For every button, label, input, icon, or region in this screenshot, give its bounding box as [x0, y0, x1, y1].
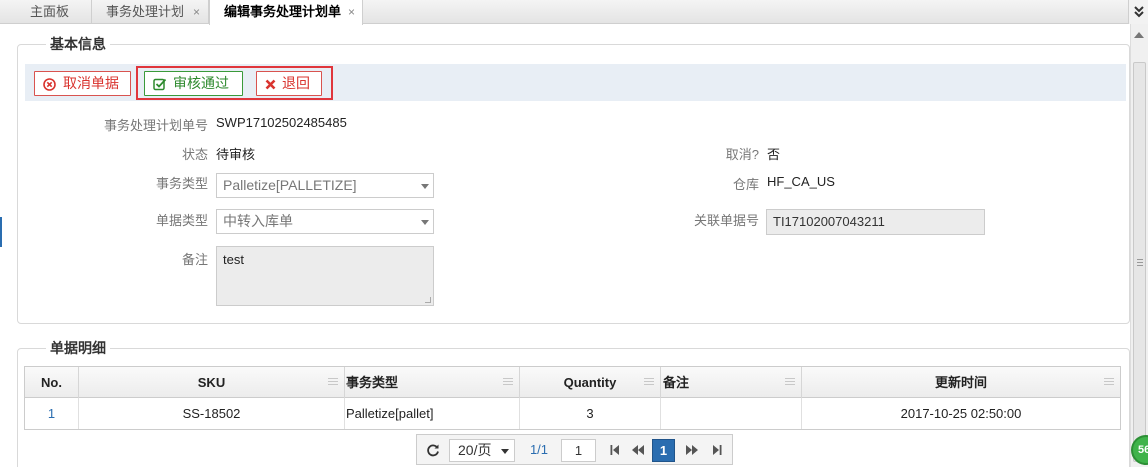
cell-quantity: 3	[520, 398, 661, 429]
status-label: 状态	[181, 147, 208, 162]
page-1-button[interactable]: 1	[652, 439, 675, 462]
close-icon[interactable]: ×	[193, 0, 200, 24]
tx-type-select[interactable]: Palletize[PALLETIZE]	[216, 173, 434, 198]
related-doc-field[interactable]: TI17102007043211	[766, 209, 985, 235]
warehouse-value: HF_CA_US	[767, 174, 835, 189]
remark-value: test	[223, 252, 244, 267]
column-menu-icon[interactable]	[1104, 378, 1114, 379]
details-grid: No. SKU 事务类型 Quantity 备注 更新时间 1 SS-18502…	[24, 366, 1121, 430]
col-sku[interactable]: SKU	[79, 367, 345, 398]
cancelled-value: 否	[767, 147, 781, 162]
left-edge-marker	[0, 217, 2, 247]
chevron-down-icon	[421, 184, 429, 189]
tab-main-panel[interactable]: 主面板	[0, 0, 92, 24]
cell-no: 1	[25, 398, 79, 429]
scroll-thumb[interactable]	[1133, 62, 1146, 462]
double-chevron-down-icon[interactable]	[1128, 0, 1148, 24]
scroll-up-icon[interactable]	[1134, 32, 1144, 38]
pagination: 20/页 1/1 1 1	[416, 434, 733, 465]
grid-header: No. SKU 事务类型 Quantity 备注 更新时间	[25, 367, 1120, 398]
column-menu-icon[interactable]	[785, 378, 795, 379]
tab-transaction-plan[interactable]: 事务处理计划 ×	[92, 0, 209, 24]
status-value: 待审核	[216, 147, 256, 162]
vertical-scrollbar[interactable]	[1130, 24, 1148, 467]
page-info: 1/1	[529, 442, 549, 457]
remark-textarea[interactable]: test	[216, 246, 434, 306]
warehouse-label: 仓库	[732, 177, 759, 192]
cancel-circle-icon	[43, 72, 56, 98]
tab-label: 编辑事务处理计划单	[224, 4, 342, 19]
column-menu-icon[interactable]	[644, 378, 654, 379]
table-row[interactable]: 1 SS-18502 Palletize[pallet] 3 2017-10-2…	[25, 398, 1120, 429]
tab-bar: 主面板 事务处理计划 × 编辑事务处理计划单 ×	[0, 0, 1148, 25]
grip-icon	[1137, 259, 1143, 260]
doc-type-select[interactable]: 中转入库单	[216, 209, 434, 234]
col-no[interactable]: No.	[25, 367, 79, 398]
details-legend: 单据明细	[46, 338, 110, 358]
col-tx-type[interactable]: 事务类型	[345, 367, 520, 398]
tab-label: 主面板	[30, 4, 70, 19]
col-updated[interactable]: 更新时间	[802, 367, 1120, 398]
plan-no-value: SWP17102502485485	[216, 115, 347, 130]
cancel-doc-button[interactable]: 取消单据	[34, 71, 131, 96]
cell-remark	[661, 398, 802, 429]
page-input[interactable]: 1	[561, 439, 596, 462]
next-page-icon[interactable]	[681, 439, 703, 462]
remark-label: 备注	[181, 252, 208, 267]
cell-updated: 2017-10-25 02:50:00	[900, 406, 1022, 421]
page-size-select[interactable]: 20/页	[449, 439, 515, 462]
resize-handle-icon[interactable]	[425, 297, 431, 303]
close-icon[interactable]: ×	[348, 0, 355, 24]
tab-edit-transaction-plan[interactable]: 编辑事务处理计划单 ×	[209, 0, 363, 25]
first-page-icon[interactable]	[605, 439, 625, 462]
tx-type-label: 事务类型	[155, 176, 208, 191]
cell-tx-type: Palletize[pallet]	[345, 398, 520, 429]
highlight-box	[136, 66, 333, 100]
doc-type-label: 单据类型	[155, 213, 208, 228]
last-page-icon[interactable]	[707, 439, 727, 462]
cancelled-label: 取消?	[725, 147, 759, 162]
related-doc-label: 关联单据号	[693, 213, 759, 228]
col-quantity[interactable]: Quantity	[520, 367, 661, 398]
tx-type-value: Palletize[PALLETIZE]	[223, 177, 357, 193]
column-menu-icon[interactable]	[328, 378, 338, 379]
col-remark[interactable]: 备注	[661, 367, 802, 398]
doc-type-value: 中转入库单	[223, 213, 293, 229]
refresh-icon[interactable]	[423, 439, 443, 462]
cell-sku: SS-18502	[79, 398, 345, 429]
tab-label: 事务处理计划	[106, 4, 185, 19]
page-size-value: 20/页	[458, 442, 492, 458]
plan-no-label: 事务处理计划单号	[103, 118, 208, 133]
chevron-down-icon	[421, 220, 429, 225]
column-menu-icon[interactable]	[503, 378, 513, 379]
prev-page-icon[interactable]	[627, 439, 649, 462]
cancel-doc-label: 取消单据	[63, 75, 119, 91]
basic-info-legend: 基本信息	[46, 34, 110, 54]
chevron-down-icon	[501, 449, 509, 454]
